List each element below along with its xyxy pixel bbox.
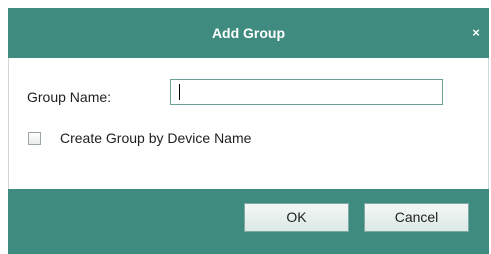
group-name-input[interactable]	[170, 79, 443, 105]
ok-button[interactable]: OK	[244, 203, 349, 232]
close-icon[interactable]: ×	[469, 25, 483, 41]
create-by-device-checkbox[interactable]	[28, 132, 41, 145]
dialog-titlebar: Add Group ×	[8, 8, 489, 58]
cancel-button[interactable]: Cancel	[364, 203, 469, 232]
text-caret	[179, 84, 180, 100]
create-by-device-label[interactable]: Create Group by Device Name	[60, 130, 251, 146]
dialog-title: Add Group	[211, 25, 286, 41]
dialog-body: Group Name: Create Group by Device Name	[8, 58, 489, 189]
group-name-label: Group Name:	[27, 89, 112, 105]
